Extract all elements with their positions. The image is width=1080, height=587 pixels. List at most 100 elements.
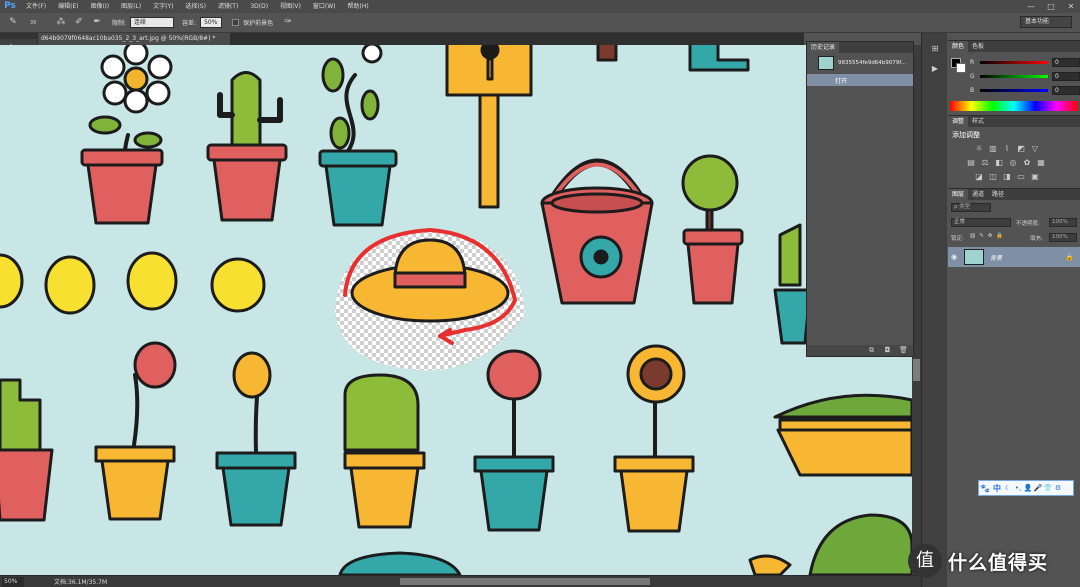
tab-channels[interactable]: 通道 (968, 189, 988, 200)
menu-file[interactable]: 文件(F) (20, 0, 52, 13)
red-value[interactable]: 0 (1052, 57, 1080, 67)
ime-language-toggle[interactable]: 中 (991, 483, 1003, 494)
tab-adjustments[interactable]: 调整 (948, 116, 969, 127)
document-size-info[interactable]: 文档:36.1M/35.7M (54, 577, 107, 586)
red-slider[interactable] (980, 60, 1048, 64)
ime-paw-icon[interactable]: 🐾 (979, 484, 991, 493)
red-bucket-illustration (540, 158, 654, 305)
color-spectrum-bar[interactable] (950, 101, 1078, 111)
bw-adjust-icon[interactable]: ◧ (994, 158, 1004, 168)
actions-panel-icon[interactable]: ▶ (928, 63, 942, 75)
channel-mixer-adjust-icon[interactable]: ✿ (1022, 158, 1032, 168)
color-panel-bg-swatch[interactable] (956, 63, 966, 73)
fill-input[interactable]: 100% (1049, 233, 1077, 242)
background-eraser-icon[interactable]: ✎ (6, 16, 20, 29)
ime-moon-icon[interactable]: ☾ (1003, 484, 1013, 492)
brightness-adjust-icon[interactable]: ☼ (974, 144, 984, 154)
menu-edit[interactable]: 编辑(E) (52, 0, 84, 13)
menu-window[interactable]: 窗口(W) (307, 0, 342, 13)
cactus-pot-illustration (206, 71, 288, 222)
lock-label: 锁定: (951, 236, 964, 242)
menu-select[interactable]: 选择(S) (179, 0, 212, 13)
history-state-row[interactable]: 打开 (807, 74, 913, 86)
ime-punct-icon[interactable]: •, (1013, 484, 1023, 492)
snapshot-name: 9835554fe9d64b9079f... (838, 60, 907, 66)
new-doc-from-state-icon[interactable]: ⧉ (867, 346, 876, 354)
green-value[interactable]: 0 (1052, 71, 1080, 81)
menu-bar: Ps 文件(F) 编辑(E) 图像(I) 图层(L) 文字(Y) 选择(S) 滤… (0, 0, 1080, 13)
toolbox-grip[interactable] (0, 33, 37, 39)
color-panel-header: 颜色 色板 (948, 41, 1080, 52)
levels-adjust-icon[interactable]: ▥ (988, 144, 998, 154)
trash-icon[interactable]: 🗑 (899, 346, 908, 354)
invert-adjust-icon[interactable]: ◪ (974, 172, 984, 182)
history-tab[interactable]: 历史记录 (807, 42, 840, 53)
color-balance-adjust-icon[interactable]: ⚖ (980, 158, 990, 168)
daisy-pot-illustration (80, 45, 173, 225)
visibility-eye-icon[interactable]: ◉ (948, 253, 960, 261)
tab-layers[interactable]: 图层 (948, 189, 969, 200)
blend-mode-select[interactable]: 正常 (951, 218, 1011, 227)
color-lookup-adjust-icon[interactable]: ▦ (1036, 158, 1046, 168)
menu-help[interactable]: 帮助(H) (342, 0, 375, 13)
stem-fragment (596, 45, 618, 62)
hue-adjust-icon[interactable]: ▤ (966, 158, 976, 168)
gradient-map-adjust-icon[interactable]: ▭ (1016, 172, 1026, 182)
selective-color-adjust-icon[interactable]: ▣ (1030, 172, 1040, 182)
sampling-swatch-icon[interactable]: ✒ (90, 16, 104, 29)
menu-3d[interactable]: 3D(D) (244, 0, 274, 13)
green-slider[interactable] (980, 74, 1048, 78)
pressure-size-icon[interactable]: ✑ (281, 16, 295, 29)
tab-swatches[interactable]: 色板 (968, 41, 988, 52)
curves-adjust-icon[interactable]: ⌇ (1002, 144, 1012, 154)
ime-mic-icon[interactable]: 🎤 (1033, 484, 1043, 492)
sampling-once-icon[interactable]: ✐ (72, 16, 86, 29)
layer-row-background[interactable]: ◉ 背景 🔒 (948, 247, 1080, 267)
sampling-continuous-icon[interactable]: ⁂ (54, 16, 68, 29)
history-snapshot-row[interactable]: 9835554fe9d64b9079f... (807, 54, 913, 72)
maximize-button[interactable]: □ (1042, 0, 1060, 13)
tab-styles[interactable]: 样式 (968, 116, 988, 127)
lock-icons[interactable]: ▨✎✥🔒 (970, 233, 1007, 239)
tab-paths[interactable]: 路径 (988, 189, 1008, 200)
ime-shirt-icon[interactable]: 👕 (1043, 484, 1053, 492)
zoom-input[interactable]: 50% (2, 576, 24, 587)
protect-foreground-label: 保护前景色 (243, 20, 274, 27)
layer-filter-select[interactable]: ρ 类型 (951, 203, 991, 212)
menu-view[interactable]: 视图(V) (274, 0, 307, 13)
document-canvas[interactable] (0, 45, 912, 575)
limits-select[interactable]: 连续 (130, 17, 175, 28)
vibrance-adjust-icon[interactable]: ▽ (1030, 144, 1040, 154)
add-adjustment-title: 添加调整 (952, 131, 980, 139)
blue-slider[interactable] (980, 88, 1048, 92)
document-tab[interactable]: d64b9079f0648ac10ba035_2_3_art.jpg @ 50%… (38, 33, 230, 45)
exposure-adjust-icon[interactable]: ◩ (1016, 144, 1026, 154)
workspace-select[interactable]: 基本功能 (1020, 16, 1072, 28)
opacity-input[interactable]: 100% (1049, 218, 1077, 227)
vertical-scroll-thumb[interactable] (913, 359, 920, 381)
posterize-adjust-icon[interactable]: ◫ (988, 172, 998, 182)
history-panel-icon[interactable]: ⊞ (928, 43, 942, 55)
menu-filter[interactable]: 滤镜(T) (212, 0, 244, 13)
ime-user-icon[interactable]: 👤 (1023, 484, 1033, 492)
ime-settings-icon[interactable]: ⚙ (1053, 484, 1063, 492)
tolerance-input[interactable]: 50% (200, 17, 223, 28)
menu-type[interactable]: 文字(Y) (147, 0, 179, 13)
history-state-label: 打开 (835, 77, 848, 85)
blue-value[interactable]: 0 (1052, 85, 1080, 95)
photo-filter-adjust-icon[interactable]: ◎ (1008, 158, 1018, 168)
tab-color[interactable]: 颜色 (948, 41, 969, 52)
camera-snapshot-icon[interactable]: ◘ (883, 346, 892, 354)
protect-foreground-checkbox[interactable] (232, 19, 240, 26)
tolerance-label: 容差: (182, 20, 197, 27)
history-panel: 历史记录 9835554fe9d64b9079f... 打开 ⧉ ◘ 🗑 (806, 41, 914, 357)
menu-layer[interactable]: 图层(L) (115, 0, 147, 13)
snapshot-thumbnail (818, 56, 834, 70)
close-button[interactable]: ✕ (1062, 0, 1080, 13)
minimize-button[interactable]: — (1022, 0, 1040, 13)
limits-label: 限制: (112, 20, 127, 27)
brush-size-picker[interactable]: 39 (24, 16, 42, 29)
threshold-adjust-icon[interactable]: ◨ (1002, 172, 1012, 182)
horizontal-scrollbar[interactable] (400, 578, 650, 585)
menu-image[interactable]: 图像(I) (85, 0, 115, 13)
